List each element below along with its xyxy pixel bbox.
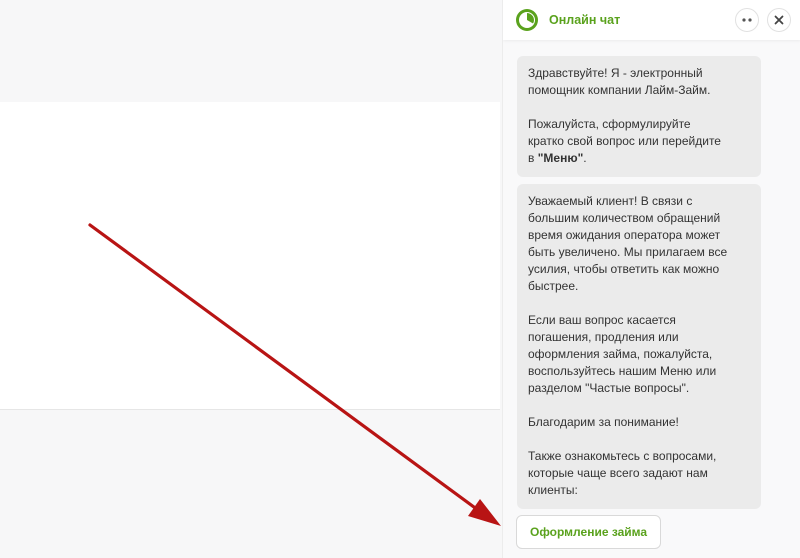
chat-widget: Онлайн чат Здравствуйте! Я - электронный… — [502, 0, 800, 558]
message-text: Пожалуйста, сформулируйте кратко свой во… — [528, 117, 721, 165]
chat-menu-button[interactable] — [735, 8, 759, 32]
more-dots-icon — [741, 18, 753, 22]
quick-reply-loan-application-button[interactable]: Оформление займа — [516, 515, 662, 549]
lime-clock-logo-icon — [515, 8, 539, 32]
message-list[interactable]: Здравствуйте! Я - электронный помощник к… — [517, 56, 761, 516]
message-text: Уважаемый клиент! В связи с большим коли… — [528, 194, 728, 293]
chat-close-button[interactable] — [767, 8, 791, 32]
message-text: Также ознакомьтесь с вопросами, которые … — [528, 449, 717, 497]
bot-message: Уважаемый клиент! В связи с большим коли… — [517, 184, 761, 509]
menu-link-text: "Меню" — [537, 151, 584, 165]
chat-title: Онлайн чат — [549, 13, 621, 27]
bot-message: Здравствуйте! Я - электронный помощник к… — [517, 56, 761, 177]
page-content-card — [0, 102, 500, 410]
message-text: Здравствуйте! Я - электронный помощник к… — [528, 66, 711, 97]
close-icon — [774, 15, 784, 25]
chat-header: Онлайн чат — [503, 0, 800, 40]
message-text: Благодарим за понимание! — [528, 415, 679, 429]
message-text: Если ваш вопрос касается погашения, прод… — [528, 313, 717, 395]
